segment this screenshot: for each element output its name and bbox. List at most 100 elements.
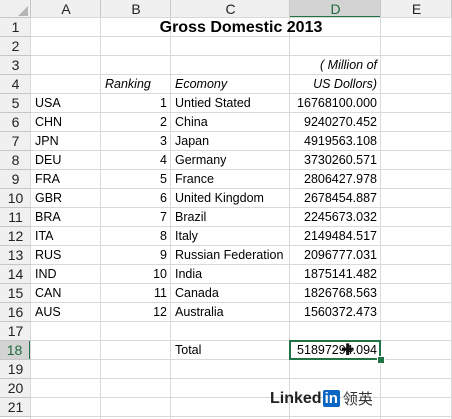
ranking-cell: 7 (160, 210, 167, 224)
economy-cell: Untied Stated (175, 96, 251, 110)
linkedin-wordmark: Linked (270, 389, 322, 407)
country-code-cell: CHN (35, 115, 63, 129)
economy-cell: China (175, 115, 208, 129)
country-code-cell: FRA (35, 172, 60, 186)
column-header-c[interactable]: C (171, 0, 290, 18)
row-header-divider (0, 17, 31, 18)
row-header-divider (0, 55, 31, 56)
column-header-divider (30, 0, 31, 18)
row-header-divider (0, 359, 31, 360)
row-header-14[interactable]: 14 (0, 265, 31, 284)
units-label-line1: ( Million of (320, 58, 377, 72)
gdp-cell: 16768100.000 (297, 96, 377, 110)
row-header-3[interactable]: 3 (0, 56, 31, 75)
sheet-title: Gross Domestic 2013 (159, 19, 323, 36)
column-header-d[interactable]: D (290, 0, 381, 18)
total-label: Total (175, 343, 202, 357)
row-header-13[interactable]: 13 (0, 246, 31, 265)
gdp-cell: 1826768.563 (304, 286, 377, 300)
country-code-cell: CAN (35, 286, 62, 300)
row-header-19[interactable]: 19 (0, 360, 31, 379)
row-header-7[interactable]: 7 (0, 132, 31, 151)
row-header-10[interactable]: 10 (0, 189, 31, 208)
row-header-5[interactable]: 5 (0, 94, 31, 113)
country-code-cell: DEU (35, 153, 62, 167)
economy-cell: Japan (175, 134, 210, 148)
ranking-cell: 9 (160, 248, 167, 262)
row-header-15[interactable]: 15 (0, 284, 31, 303)
row-header-11[interactable]: 11 (0, 208, 31, 227)
economy-cell: France (175, 172, 214, 186)
ranking-cell: 8 (160, 229, 167, 243)
gdp-cell: 9240270.452 (304, 115, 377, 129)
country-code-cell: JPN (35, 134, 59, 148)
spreadsheet-grid[interactable]: A B C D E 1 2 3 4 5 6 7 8 9 10 11 12 13 14 15 16 17 18 19 20 21 Gr… (0, 0, 452, 419)
row-header-divider (0, 207, 31, 208)
column-header-divider (100, 0, 101, 18)
row-header-18[interactable]: 18 (0, 341, 31, 360)
column-header-a[interactable]: A (31, 0, 101, 18)
column-header-divider (289, 0, 290, 18)
row-header-divider (0, 397, 31, 398)
ranking-cell: 4 (160, 153, 167, 167)
economy-cell: Australia (175, 305, 224, 319)
row-header-divider (0, 416, 31, 417)
row-header-divider (0, 302, 31, 303)
economy-cell: Brazil (175, 210, 207, 224)
row-header-8[interactable]: 8 (0, 151, 31, 170)
linkedin-in-badge: in (322, 390, 340, 407)
gdp-cell: 1875141.482 (304, 267, 377, 281)
active-cell-selection[interactable] (289, 340, 381, 360)
ranking-cell: 12 (153, 305, 167, 319)
row-header-divider (0, 264, 31, 265)
column-header-divider (170, 0, 171, 18)
ranking-header: Ranking (105, 77, 151, 91)
row-header-12[interactable]: 12 (0, 227, 31, 246)
row-header-divider (0, 283, 31, 284)
row-header-divider (0, 340, 31, 341)
ranking-cell: 1 (160, 96, 167, 110)
economy-cell: Germany (175, 153, 227, 167)
row-gridline (31, 55, 452, 56)
row-header-2[interactable]: 2 (0, 37, 31, 56)
ranking-cell: 10 (153, 267, 167, 281)
economy-cell: United Kingdom (175, 191, 264, 205)
units-label-line2: US Dollors) (313, 77, 377, 91)
row-gridline (31, 378, 452, 379)
row-header-16[interactable]: 16 (0, 303, 31, 322)
economy-header: Ecomony (175, 77, 228, 91)
row-header-divider (0, 150, 31, 151)
column-header-b[interactable]: B (101, 0, 171, 18)
economy-cell: India (175, 267, 203, 281)
row-header-9[interactable]: 9 (0, 170, 31, 189)
country-code-cell: RUS (35, 248, 62, 262)
row-header-20[interactable]: 20 (0, 379, 31, 398)
row-header-divider (0, 74, 31, 75)
economy-cell: Italy (175, 229, 198, 243)
gdp-cell: 2245673.032 (304, 210, 377, 224)
fill-handle[interactable] (377, 356, 385, 364)
gdp-cell: 2806427.978 (304, 172, 377, 186)
row-header-divider (0, 188, 31, 189)
row-gridline (31, 416, 452, 417)
ranking-cell: 2 (160, 115, 167, 129)
row-header-divider (0, 226, 31, 227)
row-header-divider (0, 321, 31, 322)
row-header-17[interactable]: 17 (0, 322, 31, 341)
gdp-cell: 1560372.473 (304, 305, 377, 319)
country-code-cell: AUS (35, 305, 61, 319)
row-header-divider (0, 112, 31, 113)
row-header-divider (0, 131, 31, 132)
ranking-cell: 5 (160, 172, 167, 186)
select-all-triangle-icon (18, 6, 28, 16)
linkedin-chinese-name: 领英 (342, 391, 373, 408)
linkedin-logo: Linked in 领英 (270, 388, 373, 409)
row-header-6[interactable]: 6 (0, 113, 31, 132)
row-header-21[interactable]: 21 (0, 398, 31, 417)
column-header-e[interactable]: E (381, 0, 452, 18)
column-header-divider (380, 0, 381, 18)
row-header-1[interactable]: 1 (0, 18, 31, 37)
move-cursor-icon: ✚ (341, 342, 355, 359)
row-header-divider (0, 36, 31, 37)
row-header-4[interactable]: 4 (0, 75, 31, 94)
